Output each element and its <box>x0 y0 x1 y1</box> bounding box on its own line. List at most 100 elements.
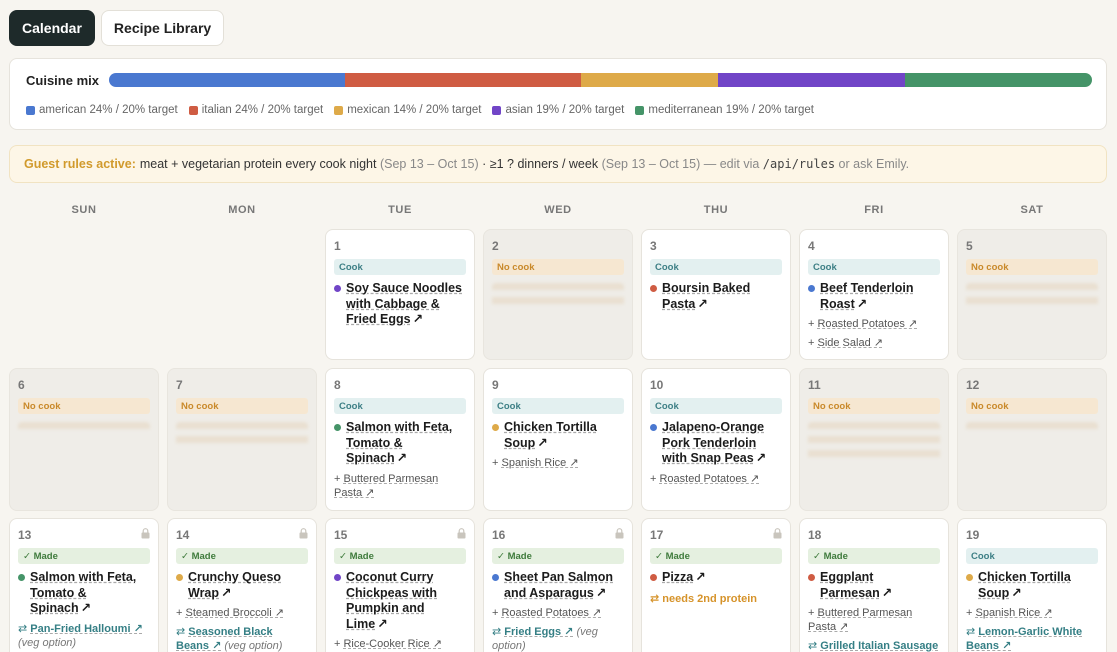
day-number: 12 <box>966 378 980 392</box>
guest-rules-label: Guest rules active: <box>24 157 136 171</box>
meal-title[interactable]: Crunchy Queso Wrap ↗ <box>176 570 308 601</box>
cuisine-dot <box>650 285 657 292</box>
meal-title[interactable]: Coconut Curry Chickpeas with Pumpkin and… <box>334 570 466 632</box>
weekday-sun: SUN <box>71 204 97 216</box>
side-dish-link[interactable]: Roasted Potatoes ↗ <box>501 607 601 619</box>
meal-title-text: Jalapeno-Orange Pork Tenderloin with Sna… <box>662 420 765 465</box>
lock-icon <box>615 528 624 539</box>
day-cell-10[interactable]: 10 Cook Jalapeno-Orange Pork Tenderloin … <box>641 368 791 511</box>
day-number: 11 <box>808 378 821 392</box>
status-badge-cook: Cook <box>808 259 940 275</box>
side-dish-link[interactable]: Rice-Cooker Rice ↗ <box>343 638 441 650</box>
side-dish: + Rice-Cooker Rice ↗ <box>334 638 442 650</box>
legend-label: mediterranean 19% / 20% target <box>648 104 814 116</box>
meal-title[interactable]: Soy Sauce Noodles with Cabbage & Fried E… <box>334 281 466 328</box>
side-dish-link[interactable]: Spanish Rice ↗ <box>975 607 1052 619</box>
day-cell-9[interactable]: 9 Cook Chicken Tortilla Soup ↗ + Spanish … <box>483 368 633 511</box>
status-badge-no-cook: No cook <box>492 259 624 275</box>
meal-title[interactable]: Salmon with Feta, Tomato & Spinach ↗ <box>334 420 466 467</box>
meal-title[interactable]: Salmon with Feta, Tomato & Spinach ↗ <box>18 570 150 617</box>
side-dish-link[interactable]: Roasted Potatoes ↗ <box>659 473 759 485</box>
needs-protein-warning[interactable]: ⇄ needs 2nd protein <box>650 592 782 605</box>
meal-title[interactable]: Boursin Baked Pasta ↗ <box>650 281 782 312</box>
side-dish-link[interactable]: Spanish Rice ↗ <box>501 457 578 469</box>
rule-range: (Sep 13 – Oct 15) <box>379 157 479 171</box>
veg-alternative-link[interactable]: Lemon-Garlic White Beans ↗ <box>966 626 1082 652</box>
tab-recipe-library[interactable]: Recipe Library <box>100 10 225 46</box>
day-cell-13[interactable]: 13 ✓ Made Salmon with Feta, Tomato & Spi… <box>9 518 159 652</box>
day-number: 2 <box>492 239 499 253</box>
day-cell-5[interactable]: 5 No cook <box>957 229 1107 360</box>
blurred-note <box>18 422 150 434</box>
veg-alternative-link[interactable]: Grilled Italian Sausage <box>820 640 938 652</box>
cuisine-dot <box>492 424 499 431</box>
side-dish-link[interactable]: Buttered Parmesan Pasta ↗ <box>808 607 912 633</box>
day-cell-12[interactable]: 12 No cook <box>957 368 1107 511</box>
status-badge-cook: Cook <box>650 398 782 414</box>
day-cell-17[interactable]: 17 ✓ Made Pizza ↗ ⇄ needs 2nd protein <box>641 518 791 652</box>
cuisine-dot <box>650 424 657 431</box>
blurred-note <box>176 422 308 448</box>
day-cell-3[interactable]: 3 Cook Boursin Baked Pasta ↗ <box>641 229 791 360</box>
day-cell-6[interactable]: 6 No cook <box>9 368 159 511</box>
mix-segment-asian <box>718 73 906 87</box>
veg-alternative-link[interactable]: Fried Eggs ↗ <box>504 626 573 638</box>
day-cell-15[interactable]: 15 ✓ Made Coconut Curry Chickpeas with P… <box>325 518 475 652</box>
cuisine-dot <box>334 424 341 431</box>
day-cell-2[interactable]: 2 No cook <box>483 229 633 360</box>
side-dish: + Side Salad ↗ <box>808 337 883 349</box>
legend-swatch <box>492 105 502 115</box>
lock-icon <box>299 528 308 539</box>
side-dish-link[interactable]: Roasted Potatoes ↗ <box>817 318 917 330</box>
day-number: 18 <box>808 528 822 542</box>
day-cell-4[interactable]: 4 Cook Beef Tenderloin Roast ↗ + Roasted … <box>799 229 949 360</box>
weekday-fri: FRI <box>864 204 884 216</box>
side-dish-link[interactable]: Steamed Broccoli ↗ <box>185 607 283 619</box>
day-number: 5 <box>966 239 973 253</box>
side-dish-link[interactable]: Side Salad ↗ <box>817 337 882 349</box>
day-cell-14[interactable]: 14 ✓ Made Crunchy Queso Wrap ↗ + Steamed … <box>167 518 317 652</box>
legend-item-italian: italian 24% / 20% target <box>188 104 323 116</box>
status-badge-made: ✓ Made <box>650 548 782 564</box>
rules-api-path: /api/rules <box>762 157 836 171</box>
veg-alternative-link[interactable]: Pan-Fried Halloumi ↗ <box>30 623 143 635</box>
cuisine-mix-panel: Cuisine mix american 24% / 20% target it… <box>9 58 1107 130</box>
meal-title[interactable]: Chicken Tortilla Soup ↗ <box>966 570 1098 601</box>
day-cell-18[interactable]: 18 ✓ Made Eggplant Parmesan ↗ + Buttered … <box>799 518 949 652</box>
day-number: 3 <box>650 239 657 253</box>
meal-title[interactable]: Sheet Pan Salmon and Asparagus ↗ <box>492 570 624 601</box>
meal-title[interactable]: Pizza ↗ <box>650 570 782 586</box>
day-cell-1[interactable]: 1 Cook Soy Sauce Noodles with Cabbage & … <box>325 229 475 360</box>
legend-item-mexican: mexican 14% / 20% target <box>334 104 481 116</box>
meal-title-text: Crunchy Queso Wrap <box>188 570 282 600</box>
meal-title[interactable]: Beef Tenderloin Roast ↗ <box>808 281 940 312</box>
meal-title[interactable]: Eggplant Parmesan ↗ <box>808 570 940 601</box>
day-cell-11[interactable]: 11 No cook <box>799 368 949 511</box>
side-dish: + Roasted Potatoes ↗ <box>492 607 602 619</box>
external-link-icon: ↗ <box>697 296 708 311</box>
side-dish-link[interactable]: Buttered Parmesan Pasta ↗ <box>334 473 438 499</box>
meal-title[interactable]: Jalapeno-Orange Pork Tenderloin with Sna… <box>650 420 782 467</box>
meal-title-text: Coconut Curry Chickpeas with Pumpkin and… <box>346 570 437 631</box>
day-number: 14 <box>176 528 190 542</box>
tab-calendar[interactable]: Calendar <box>9 10 95 46</box>
day-cell-7[interactable]: 7 No cook <box>167 368 317 511</box>
legend-item-mediterranean: mediterranean 19% / 20% target <box>635 104 814 116</box>
day-cell-19[interactable]: 19 Cook Chicken Tortilla Soup ↗ + Spanish… <box>957 518 1107 652</box>
side-dish: + Roasted Potatoes ↗ <box>650 472 760 485</box>
day-cell-16[interactable]: 16 ✓ Made Sheet Pan Salmon and Asparagus… <box>483 518 633 652</box>
rule-separator: · <box>482 157 487 171</box>
meal-title[interactable]: Chicken Tortilla Soup ↗ <box>492 420 624 451</box>
blurred-note <box>808 422 940 462</box>
legend-label: mexican 14% / 20% target <box>347 104 482 116</box>
status-badge-no-cook: No cook <box>176 398 308 414</box>
lock-icon <box>457 528 466 539</box>
cuisine-dot <box>966 574 973 581</box>
legend-swatch <box>26 105 35 115</box>
cuisine-dot <box>334 285 341 292</box>
side-dish: + Steamed Broccoli ↗ <box>176 607 284 619</box>
rule-text: meat + vegetarian protein every cook nig… <box>139 157 377 171</box>
day-cell-8[interactable]: 8 Cook Salmon with Feta, Tomato & Spinac… <box>325 368 475 511</box>
external-link-icon: ↗ <box>856 296 868 311</box>
mix-segment-mediterranean <box>905 73 1092 87</box>
